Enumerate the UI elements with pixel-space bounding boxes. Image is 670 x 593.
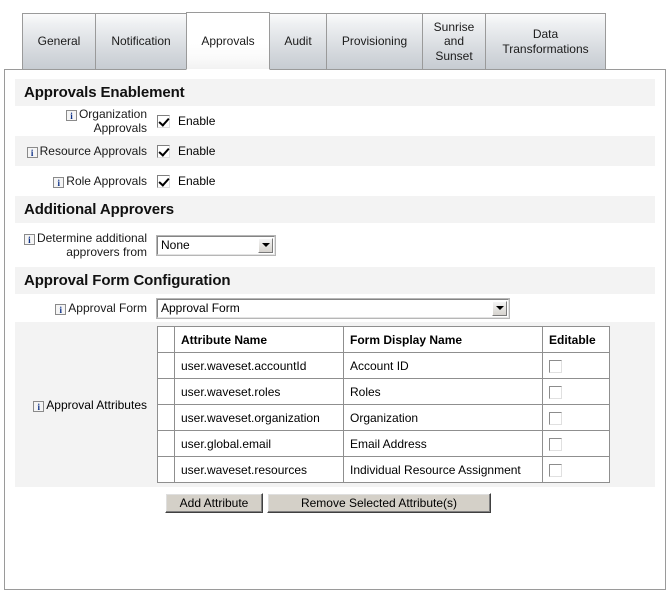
checkbox-label: Enable: [178, 144, 216, 158]
column-header-form-display-name: Form Display Name: [343, 326, 543, 353]
cell-form-display-name: Roles: [343, 378, 543, 405]
determine-approvers-label: i Determine additional approvers from: [15, 231, 155, 259]
label-text: Resource Approvals: [39, 144, 147, 158]
row-resource-approvals: i Resource Approvals Enable: [15, 136, 655, 166]
organization-approvals-checkbox[interactable]: [157, 114, 170, 128]
editable-checkbox[interactable]: [549, 385, 562, 399]
resource-approvals-checkbox[interactable]: [157, 144, 170, 158]
cell-attribute-name: user.global.email: [174, 430, 344, 457]
cell-editable: [542, 456, 610, 483]
cell-editable: [542, 430, 610, 457]
tab-label: Sunrise and Sunset: [433, 20, 475, 63]
add-attribute-button[interactable]: Add Attribute: [165, 493, 263, 513]
approval-form-label: i Approval Form: [15, 301, 155, 315]
editable-checkbox[interactable]: [549, 411, 562, 425]
table-header-row: Attribute Name Form Display Name Editabl…: [157, 326, 610, 353]
button-label: Add Attribute: [179, 496, 249, 510]
tab-general[interactable]: General: [22, 13, 96, 69]
approval-attributes-label: i Approval Attributes: [15, 398, 155, 412]
column-header-attribute-name: Attribute Name: [174, 326, 344, 353]
section-header-additional-approvers: Additional Approvers: [15, 196, 655, 223]
cell-attribute-name: user.waveset.organization: [174, 404, 344, 431]
cell-form-display-name: Account ID: [343, 352, 543, 379]
chevron-down-icon[interactable]: [258, 237, 273, 253]
remove-selected-attributes-button[interactable]: Remove Selected Attribute(s): [267, 493, 491, 513]
table-row[interactable]: user.waveset.resources Individual Resour…: [157, 456, 610, 483]
approval-attributes-table: Attribute Name Form Display Name Editabl…: [157, 326, 610, 483]
info-icon[interactable]: i: [33, 400, 45, 412]
label-text: Approval Attributes: [46, 397, 147, 412]
table-row[interactable]: user.waveset.organization Organization: [157, 404, 610, 431]
row-select-cell[interactable]: [157, 404, 175, 431]
info-icon[interactable]: i: [26, 147, 38, 158]
cell-form-display-name: Organization: [343, 404, 543, 431]
column-header-editable: Editable: [542, 326, 610, 353]
tab-label: General: [37, 34, 81, 49]
cell-form-display-name: Email Address: [343, 430, 543, 457]
section-title: Approvals Enablement: [24, 84, 185, 101]
tab-audit[interactable]: Audit: [269, 13, 327, 69]
button-label: Remove Selected Attribute(s): [300, 496, 458, 510]
row-organization-approvals: i Organization Approvals Enable: [15, 106, 655, 136]
tab-provisioning[interactable]: Provisioning: [326, 13, 423, 69]
row-approval-form: i Approval Form Approval Form: [15, 294, 655, 322]
label-text: Organization Approvals: [78, 107, 147, 135]
cell-attribute-name: user.waveset.roles: [174, 378, 344, 405]
cell-editable: [542, 378, 610, 405]
cell-attribute-name: user.waveset.resources: [174, 456, 344, 483]
table-row[interactable]: user.waveset.accountId Account ID: [157, 352, 610, 379]
section-title: Approval Form Configuration: [24, 272, 231, 289]
info-icon[interactable]: i: [53, 177, 65, 188]
resource-approvals-label: i Resource Approvals: [15, 144, 155, 158]
tab-strip: General Notification Approvals Audit Pro…: [0, 0, 670, 70]
section-header-approvals-enablement: Approvals Enablement: [15, 79, 655, 106]
select-value: None: [161, 238, 190, 252]
label-text: Role Approvals: [66, 174, 147, 188]
tab-sunrise-and-sunset[interactable]: Sunrise and Sunset: [422, 13, 486, 69]
info-icon[interactable]: i: [23, 234, 35, 245]
checkbox-label: Enable: [178, 174, 216, 188]
cell-attribute-name: user.waveset.accountId: [174, 352, 344, 379]
table-row[interactable]: user.waveset.roles Roles: [157, 378, 610, 405]
cell-form-display-name: Individual Resource Assignment: [343, 456, 543, 483]
editable-checkbox[interactable]: [549, 463, 562, 477]
tab-label: Audit: [284, 34, 312, 49]
tab-approvals[interactable]: Approvals: [186, 12, 270, 70]
chevron-down-icon[interactable]: [492, 300, 507, 316]
tab-label: Data Transformations: [502, 27, 589, 56]
tab-data-transformations[interactable]: Data Transformations: [485, 13, 606, 69]
label-text: Determine additional approvers from: [36, 231, 147, 259]
section-header-approval-form-configuration: Approval Form Configuration: [15, 267, 655, 294]
info-icon[interactable]: i: [65, 110, 77, 121]
info-icon[interactable]: i: [55, 304, 67, 315]
row-select-cell[interactable]: [157, 352, 175, 379]
additional-approvers-select[interactable]: None: [156, 234, 276, 256]
approvals-panel: Approvals Enablement i Organization Appro…: [4, 69, 666, 590]
editable-checkbox[interactable]: [549, 437, 562, 451]
role-approvals-checkbox[interactable]: [157, 174, 170, 188]
row-role-approvals: i Role Approvals Enable: [15, 166, 655, 196]
row-determine-additional-approvers: i Determine additional approvers from Non…: [15, 223, 655, 267]
row-approval-attributes: i Approval Attributes Attribute Name Form…: [15, 322, 655, 487]
tab-label: Provisioning: [341, 34, 408, 49]
attribute-button-bar: Add Attribute Remove Selected Attribute(…: [15, 487, 655, 513]
tab-label: Notification: [111, 34, 171, 49]
cell-editable: [542, 404, 610, 431]
label-text: Approval Form: [68, 301, 147, 315]
table-row[interactable]: user.global.email Email Address: [157, 430, 610, 457]
editable-checkbox[interactable]: [549, 359, 562, 373]
cell-editable: [542, 352, 610, 379]
row-select-cell[interactable]: [157, 430, 175, 457]
tab-notification[interactable]: Notification: [95, 13, 187, 69]
select-value: Approval Form: [161, 301, 240, 315]
tab-label: Approvals: [201, 33, 255, 48]
checkbox-label: Enable: [178, 114, 216, 128]
role-approvals-label: i Role Approvals: [15, 174, 155, 188]
organization-approvals-label: i Organization Approvals: [15, 107, 155, 135]
row-select-cell[interactable]: [157, 456, 175, 483]
row-select-cell[interactable]: [157, 378, 175, 405]
column-header-select: [157, 326, 175, 353]
section-title: Additional Approvers: [24, 201, 174, 218]
approval-form-select[interactable]: Approval Form: [156, 297, 510, 319]
